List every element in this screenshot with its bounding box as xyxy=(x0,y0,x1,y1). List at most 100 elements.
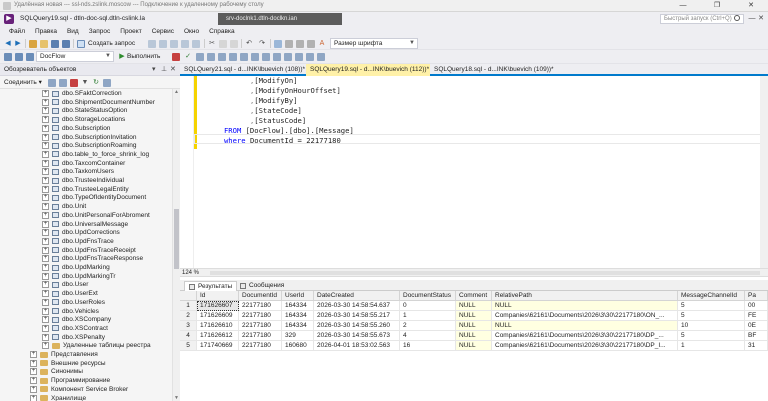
grid-cell[interactable]: 16 xyxy=(400,341,456,351)
tree-table-item[interactable]: + dbo.UnitPersonalForAbroment xyxy=(42,211,150,220)
copy-icon[interactable] xyxy=(219,40,227,48)
results-to-file-icon[interactable] xyxy=(273,53,281,61)
grid-cell[interactable]: 5 xyxy=(678,331,745,341)
xmla-query-icon[interactable] xyxy=(192,40,200,48)
quick-launch-input[interactable]: Быстрый запуск (Ctrl+Q) xyxy=(660,14,744,24)
grid-row-number[interactable]: 2 xyxy=(180,311,197,321)
grid-cell[interactable]: 171626609 xyxy=(197,311,239,321)
grid-cell[interactable]: 1 xyxy=(678,341,745,351)
grid-cell[interactable]: FE xyxy=(745,311,768,321)
tab-sqlquery18[interactable]: SQLQuery18.sql - d...INK\buevich (109))* xyxy=(430,64,554,76)
tree-table-item[interactable]: + dbo.UpdFnsTrace xyxy=(42,237,114,246)
grid-row-number[interactable]: 1 xyxy=(180,301,197,311)
grid-cell[interactable]: 22177180 xyxy=(239,321,282,331)
grid-column-header[interactable]: DocumentId xyxy=(239,291,282,301)
include-plan-icon[interactable] xyxy=(229,53,237,61)
new-item-icon[interactable] xyxy=(29,40,37,48)
tree-table-item[interactable]: + dbo.XSContract xyxy=(42,324,108,333)
paste-icon[interactable] xyxy=(230,40,238,48)
tree-table-item[interactable]: + dbo.TaxkomUsers xyxy=(42,167,114,176)
tree-table-item[interactable]: + dbo.UserRoles xyxy=(42,298,105,307)
tree-table-item[interactable]: + dbo.TaxcomContainer xyxy=(42,159,125,168)
parse-icon[interactable]: ✓ xyxy=(184,53,192,61)
expand-icon[interactable]: + xyxy=(42,194,49,202)
tree-table-item[interactable]: + dbo.Unit xyxy=(42,202,86,211)
tree-table-item[interactable]: + dbo.UniversalMessage xyxy=(42,220,128,229)
redo-icon[interactable]: ↷ xyxy=(258,40,266,48)
grid-column-header[interactable]: UserId xyxy=(282,291,314,301)
ssms-minimize-button[interactable]: — xyxy=(748,14,756,24)
expand-icon[interactable]: + xyxy=(42,298,49,306)
grid-column-header[interactable]: DocumentStatus xyxy=(400,291,456,301)
back-icon[interactable]: ◀ xyxy=(4,40,12,48)
forward-icon[interactable]: ▶ xyxy=(14,40,22,48)
toolbar-icon-d[interactable] xyxy=(307,40,315,48)
cancel-query-icon[interactable] xyxy=(172,53,180,61)
grid-row-number[interactable]: 3 xyxy=(180,321,197,331)
tree-folder-item[interactable]: + Хранилище xyxy=(30,394,86,401)
disconnect-icon[interactable] xyxy=(59,79,67,87)
execute-icon[interactable]: ▶ xyxy=(118,53,126,61)
expand-icon[interactable]: + xyxy=(42,159,49,167)
menu-view[interactable]: Вид xyxy=(62,26,84,37)
font-size-combo[interactable]: Размер шрифта ▼ xyxy=(330,38,418,49)
close-button[interactable]: ✕ xyxy=(734,0,768,12)
undo-icon[interactable]: ↶ xyxy=(245,40,253,48)
new-query-button[interactable]: Создать запрос xyxy=(88,40,135,47)
expand-icon[interactable]: + xyxy=(42,211,49,219)
grid-cell[interactable]: 171626610 xyxy=(197,321,239,331)
stop-icon[interactable] xyxy=(70,79,78,87)
grid-cell[interactable]: 171626612 xyxy=(197,331,239,341)
grid-cell[interactable]: NULL xyxy=(456,301,492,311)
grid-cell[interactable]: 2026-03-30 14:58:55.260 xyxy=(314,321,400,331)
toolbar-icon-b[interactable] xyxy=(285,40,293,48)
expand-icon[interactable]: + xyxy=(42,324,49,332)
menu-tools[interactable]: Сервис xyxy=(147,26,179,37)
grid-column-header[interactable]: Pa xyxy=(745,291,768,301)
expand-icon[interactable]: + xyxy=(42,177,49,184)
expand-icon[interactable]: + xyxy=(42,116,49,124)
filter-icon[interactable]: ▼ xyxy=(81,79,89,87)
display-plan-icon[interactable] xyxy=(196,53,204,61)
grid-cell[interactable]: NULL xyxy=(456,331,492,341)
expand-icon[interactable]: + xyxy=(42,203,49,211)
expand-icon[interactable]: + xyxy=(30,394,37,401)
expand-icon[interactable]: + xyxy=(42,246,49,254)
tree-table-item[interactable]: + dbo.StateStatusOption xyxy=(42,106,127,115)
tree-folder-item[interactable]: + Внешние ресурсы xyxy=(30,359,106,368)
grid-column-header[interactable]: RelativePath xyxy=(492,291,678,301)
grid-cell[interactable]: BF xyxy=(745,331,768,341)
menu-help[interactable]: Справка xyxy=(204,26,240,37)
grid-cell[interactable]: 31 xyxy=(745,341,768,351)
tree-table-item[interactable]: + dbo.UpdFnsTraceResponse xyxy=(42,254,143,263)
grid-column-header[interactable]: MessageChannelId xyxy=(678,291,745,301)
menu-window[interactable]: Окно xyxy=(179,26,204,37)
grid-cell[interactable]: 10 xyxy=(678,321,745,331)
tab-sqlquery19[interactable]: SQLQuery19.sql - d...INK\buevich (112))*… xyxy=(306,64,430,76)
sql-editor[interactable]: ,[ModifyOn] ,[ModifyOnHourOffset] ,[Modi… xyxy=(180,76,768,268)
font-icon[interactable]: A xyxy=(318,40,326,48)
tree-table-item[interactable]: + dbo.StorageLocations xyxy=(42,115,125,124)
grid-cell[interactable]: NULL xyxy=(456,341,492,351)
tree-table-item[interactable]: + dbo.UpdMarkingTr xyxy=(42,272,116,281)
expand-icon[interactable]: + xyxy=(42,342,49,350)
tab-results[interactable]: Результаты xyxy=(184,281,238,291)
expand-icon[interactable]: + xyxy=(30,385,37,393)
grid-cell[interactable]: 2026-04-01 18:53:02.563 xyxy=(314,341,400,351)
grid-cell[interactable]: 0 xyxy=(400,301,456,311)
results-to-text-icon[interactable] xyxy=(251,53,259,61)
expand-icon[interactable]: + xyxy=(42,185,49,193)
grid-cell[interactable]: 2026-03-30 14:58:55.673 xyxy=(314,331,400,341)
expand-icon[interactable]: + xyxy=(42,124,49,132)
object-explorer-scrollbar[interactable]: ▲ ▼ xyxy=(172,89,180,401)
expand-icon[interactable]: + xyxy=(30,351,37,358)
tab-sqlquery21[interactable]: SQLQuery21.sql - d...INK\lbuevich (108))… xyxy=(180,64,306,76)
query-designer-icon[interactable] xyxy=(207,53,215,61)
grid-cell[interactable]: 4 xyxy=(400,331,456,341)
menu-file[interactable]: Файл xyxy=(4,26,30,37)
tree-table-item[interactable]: + dbo.UpdMarking xyxy=(42,263,110,272)
disconnect-icon[interactable] xyxy=(26,53,34,61)
change-connection-icon[interactable] xyxy=(15,53,23,61)
expand-icon[interactable]: + xyxy=(42,255,49,263)
zoom-level[interactable]: 124 % xyxy=(182,269,199,277)
